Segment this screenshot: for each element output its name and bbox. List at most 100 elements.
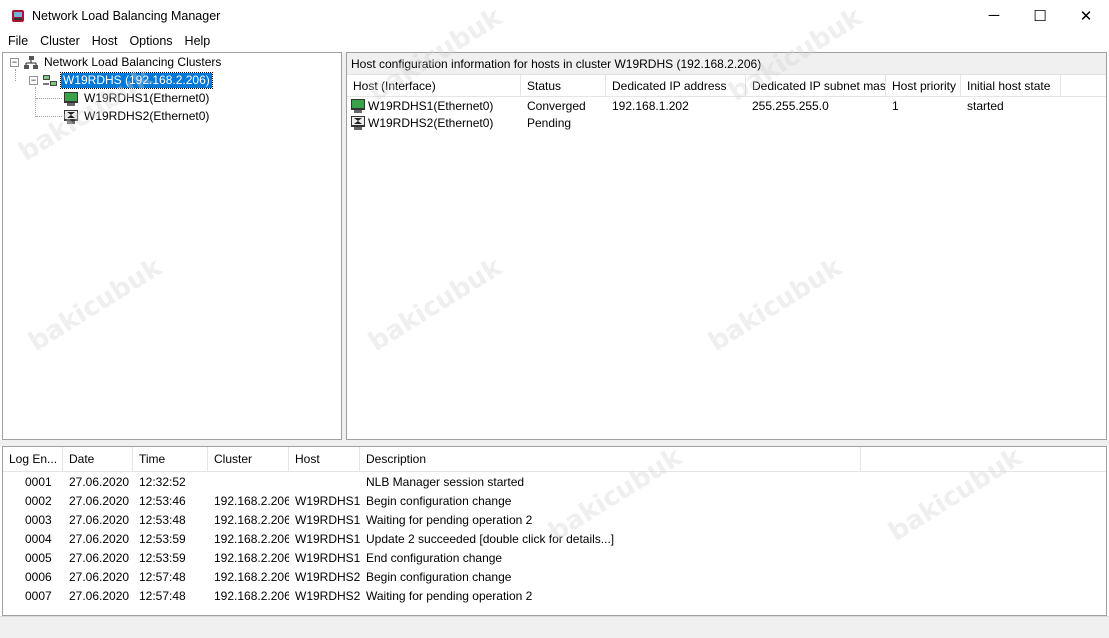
tree-label-host-2: W19RDHS2(Ethernet0) — [84, 109, 210, 123]
log-time: 12:57:48 — [139, 569, 186, 584]
log-cluster — [208, 472, 289, 491]
log-time: 12:53:48 — [139, 512, 186, 527]
log-time: 12:53:59 — [139, 531, 186, 546]
host-priority: 1 — [892, 98, 899, 113]
host-status: Converged — [527, 98, 586, 113]
collapse-icon[interactable]: − — [29, 76, 38, 85]
host-config-panel: Host configuration information for hosts… — [346, 52, 1107, 440]
column-dedicated-ip[interactable]: Dedicated IP address — [606, 75, 746, 97]
log-cluster: 192.168.2.206 — [214, 569, 289, 584]
log-host: W19RDHS2 — [295, 569, 360, 584]
log-row[interactable]: 0007 27.06.2020 12:57:48 192.168.2.206 W… — [3, 586, 1106, 605]
log-description: Waiting for pending operation 2 — [366, 512, 533, 527]
minimize-button[interactable]: ─ — [971, 0, 1017, 31]
log-entry: 0003 — [25, 512, 52, 527]
host-row[interactable]: W19RDHS1(Ethernet0) Converged 192.168.1.… — [347, 97, 1106, 114]
cluster-tree[interactable]: − Network Load Balancing Clusters − W19R… — [2, 52, 342, 440]
tree-item-host-2[interactable]: W19RDHS2(Ethernet0) — [63, 108, 211, 125]
log-entry: 0001 — [25, 474, 52, 489]
log-date: 27.06.2020 — [69, 474, 130, 489]
host-mask: 255.255.255.0 — [752, 98, 829, 113]
host-initial-state: started — [967, 98, 1004, 113]
host-config-header: Host configuration information for hosts… — [347, 53, 1106, 75]
log-date: 27.06.2020 — [69, 512, 130, 527]
column-date[interactable]: Date — [63, 447, 133, 472]
host-ip: 192.168.1.202 — [612, 98, 689, 113]
host-list-header: Host (Interface) Status Dedicated IP add… — [347, 75, 1106, 97]
log-row[interactable]: 0006 27.06.2020 12:57:48 192.168.2.206 W… — [3, 567, 1106, 586]
tree-label-host-1: W19RDHS1(Ethernet0) — [84, 91, 210, 105]
log-row[interactable]: 0005 27.06.2020 12:53:59 192.168.2.206 W… — [3, 548, 1106, 567]
column-time[interactable]: Time — [133, 447, 208, 472]
log-host: W19RDHS2 — [295, 588, 360, 603]
log-host: W19RDHS1 — [295, 531, 360, 546]
tree-item-root[interactable]: − Network Load Balancing Clusters — [10, 54, 223, 71]
collapse-icon[interactable]: − — [10, 58, 19, 67]
close-button[interactable]: ✕ — [1063, 0, 1109, 31]
log-host: W19RDHS1 — [295, 493, 360, 508]
log-time: 12:57:48 — [139, 588, 186, 603]
column-host-priority[interactable]: Host priority — [886, 75, 961, 97]
menu-host[interactable]: Host — [86, 31, 124, 51]
log-entry: 0006 — [25, 569, 52, 584]
column-status[interactable]: Status — [521, 75, 606, 97]
host-pending-icon — [351, 115, 365, 130]
host-converged-icon — [64, 91, 78, 106]
column-initial-state[interactable]: Initial host state — [961, 75, 1061, 97]
tree-item-cluster[interactable]: − W19RDHS (192.168.2.206) — [29, 72, 213, 89]
log-description: Update 2 succeeded [double click for det… — [366, 531, 615, 546]
log-description: Begin configuration change — [366, 569, 512, 584]
log-row[interactable]: 0003 27.06.2020 12:53:48 192.168.2.206 W… — [3, 510, 1106, 529]
status-bar — [0, 616, 1109, 638]
column-subnet-mask[interactable]: Dedicated IP subnet mask — [746, 75, 886, 97]
log-description: End configuration change — [366, 550, 503, 565]
log-row[interactable]: 0004 27.06.2020 12:53:59 192.168.2.206 W… — [3, 529, 1106, 548]
log-date: 27.06.2020 — [69, 493, 130, 508]
log-list-header: Log En... Date Time Cluster Host Descrip… — [3, 447, 1106, 472]
log-date: 27.06.2020 — [69, 531, 130, 546]
menu-help[interactable]: Help — [179, 31, 217, 51]
log-row[interactable]: 0001 27.06.2020 12:32:52 NLB Manager ses… — [3, 472, 1106, 491]
log-entry: 0007 — [25, 588, 52, 603]
log-description: NLB Manager session started — [366, 474, 525, 489]
log-cluster: 192.168.2.206 — [214, 550, 289, 565]
host-row[interactable]: W19RDHS2(Ethernet0) Pending — [347, 114, 1106, 131]
log-cluster: 192.168.2.206 — [214, 512, 289, 527]
window-title: Network Load Balancing Manager — [32, 8, 221, 23]
tree-label-cluster: W19RDHS (192.168.2.206) — [60, 72, 213, 89]
log-host — [289, 472, 360, 491]
log-description: Begin configuration change — [366, 493, 512, 508]
log-host: W19RDHS1 — [295, 550, 360, 565]
host-status: Pending — [527, 115, 572, 130]
column-description[interactable]: Description — [360, 447, 861, 472]
log-host: W19RDHS1 — [295, 512, 360, 527]
log-time: 12:32:52 — [139, 474, 186, 489]
log-cluster: 192.168.2.206 — [214, 531, 289, 546]
maximize-button[interactable]: ☐ — [1017, 0, 1063, 31]
log-date: 27.06.2020 — [69, 569, 130, 584]
tree-label-root: Network Load Balancing Clusters — [44, 55, 222, 69]
log-date: 27.06.2020 — [69, 550, 130, 565]
log-time: 12:53:46 — [139, 493, 186, 508]
log-cluster: 192.168.2.206 — [214, 588, 289, 603]
menu-options[interactable]: Options — [123, 31, 178, 51]
menu-file[interactable]: File — [2, 31, 34, 51]
log-time: 12:53:59 — [139, 550, 186, 565]
log-entry: 0004 — [25, 531, 52, 546]
column-host-interface[interactable]: Host (Interface) — [347, 75, 521, 97]
host-pending-icon — [64, 109, 78, 124]
column-log-entry[interactable]: Log En... — [3, 447, 63, 472]
host-name: W19RDHS1(Ethernet0) — [368, 98, 494, 113]
title-bar: Network Load Balancing Manager ─ ☐ ✕ — [0, 0, 1109, 31]
menu-cluster[interactable]: Cluster — [34, 31, 86, 51]
host-name: W19RDHS2(Ethernet0) — [368, 115, 494, 130]
menu-bar: File Cluster Host Options Help — [0, 31, 1109, 51]
tree-item-host-1[interactable]: W19RDHS1(Ethernet0) — [63, 90, 211, 107]
log-row[interactable]: 0002 27.06.2020 12:53:46 192.168.2.206 W… — [3, 491, 1106, 510]
column-cluster[interactable]: Cluster — [208, 447, 289, 472]
log-date: 27.06.2020 — [69, 588, 130, 603]
log-description: Waiting for pending operation 2 — [366, 588, 533, 603]
cluster-icon — [43, 74, 57, 86]
log-entry: 0002 — [25, 493, 52, 508]
column-host[interactable]: Host — [289, 447, 360, 472]
